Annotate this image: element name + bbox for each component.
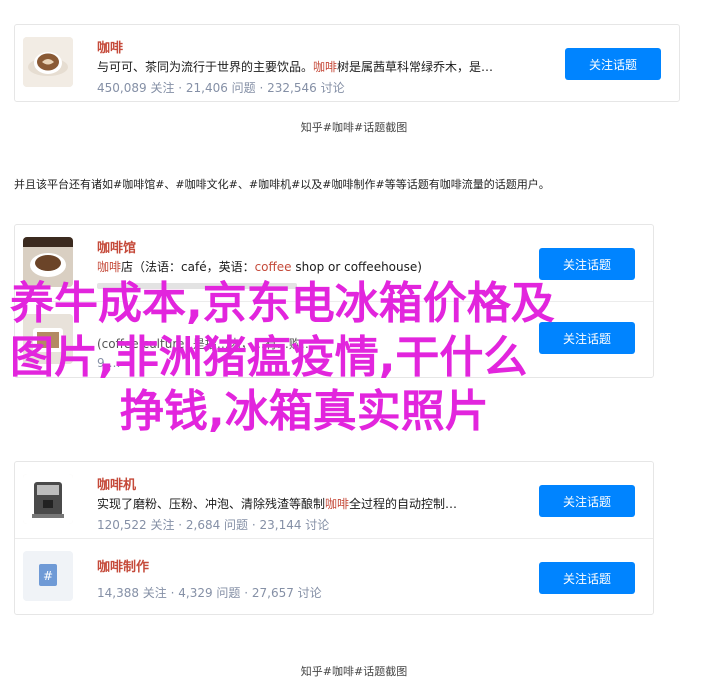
topic-description: (coffee culture) 是指…内，…有…购… — [97, 337, 313, 351]
follow-topic-button[interactable]: 关注话题 — [539, 485, 635, 517]
follow-topic-button[interactable]: 关注话题 — [565, 48, 661, 80]
topic-stats: 14,388 关注 · 4,329 问题 · 27,657 讨论 — [97, 586, 322, 600]
topic-card-coffee-machine: 咖啡机 实现了磨粉、压粉、冲泡、清除残渣等酿制咖啡全过程的自动控制… 120,5… — [14, 461, 654, 615]
coffee-cup-thumbnail — [23, 37, 73, 87]
cafe-thumbnail — [23, 237, 73, 287]
screenshot-caption: 知乎#咖啡#话题截图 — [300, 121, 408, 134]
body-paragraph: 并且该平台还有诸如#咖啡馆#、#咖啡文化#、#咖啡机#以及#咖啡制作#等等话题有… — [14, 178, 550, 191]
topic-stats: 450,089 关注 · 21,406 问题 · 232,546 讨论 — [97, 81, 345, 95]
topic-stats: 120,522 关注 · 2,684 问题 · 23,144 讨论 — [97, 518, 330, 532]
topic-name[interactable]: 咖啡机 — [97, 474, 136, 493]
topic-item-coffee-making[interactable]: # 咖啡制作 14,388 关注 · 4,329 问题 · 27,657 讨论 … — [15, 538, 653, 614]
topic-description: 与可可、茶同为流行于世界的主要饮品。咖啡树是属茜草科常绿乔木，是… — [97, 60, 494, 74]
topic-item-coffee-machine[interactable]: 咖啡机 实现了磨粉、压粉、冲泡、清除残渣等酿制咖啡全过程的自动控制… 120,5… — [15, 462, 653, 538]
svg-text:#: # — [43, 569, 53, 583]
follow-topic-button[interactable]: 关注话题 — [539, 322, 635, 354]
topic-card-cafe: 咖啡馆 咖啡店（法语：café，英语：coffee shop or coffee… — [14, 224, 654, 378]
topic-item-cafe[interactable]: 咖啡馆 咖啡店（法语：café，英语：coffee shop or coffee… — [15, 225, 653, 301]
stats-placeholder — [97, 283, 297, 289]
follow-topic-button[interactable]: 关注话题 — [539, 562, 635, 594]
topic-name[interactable]: 咖啡制作 — [97, 556, 149, 575]
coffee-machine-thumbnail — [23, 474, 73, 524]
topic-name[interactable]: 咖啡馆 — [97, 237, 136, 256]
follow-topic-button[interactable]: 关注话题 — [539, 248, 635, 280]
topic-description: 咖啡店（法语：café，英语：coffee shop or coffeehous… — [97, 260, 422, 274]
screenshot-caption: 知乎#咖啡#话题截图 — [300, 665, 408, 678]
topic-name[interactable]: 咖啡 — [97, 37, 123, 56]
topic-description: 实现了磨粉、压粉、冲泡、清除残渣等酿制咖啡全过程的自动控制… — [97, 497, 458, 511]
topic-stats: 9,… — [97, 356, 121, 370]
topic-item-coffee-culture[interactable]: (coffee culture) 是指…内，…有…购… 9,… 关注话题 — [15, 301, 653, 377]
hash-topic-icon: # — [23, 551, 73, 601]
topic-card-coffee: 咖啡 与可可、茶同为流行于世界的主要饮品。咖啡树是属茜草科常绿乔木，是… 450… — [14, 24, 680, 102]
overlay-line-3: 挣钱,冰箱真实照片 — [120, 386, 489, 437]
topic-item-coffee[interactable]: 咖啡 与可可、茶同为流行于世界的主要饮品。咖啡树是属茜草科常绿乔木，是… 450… — [15, 25, 679, 101]
coffee-culture-thumbnail — [23, 314, 73, 364]
